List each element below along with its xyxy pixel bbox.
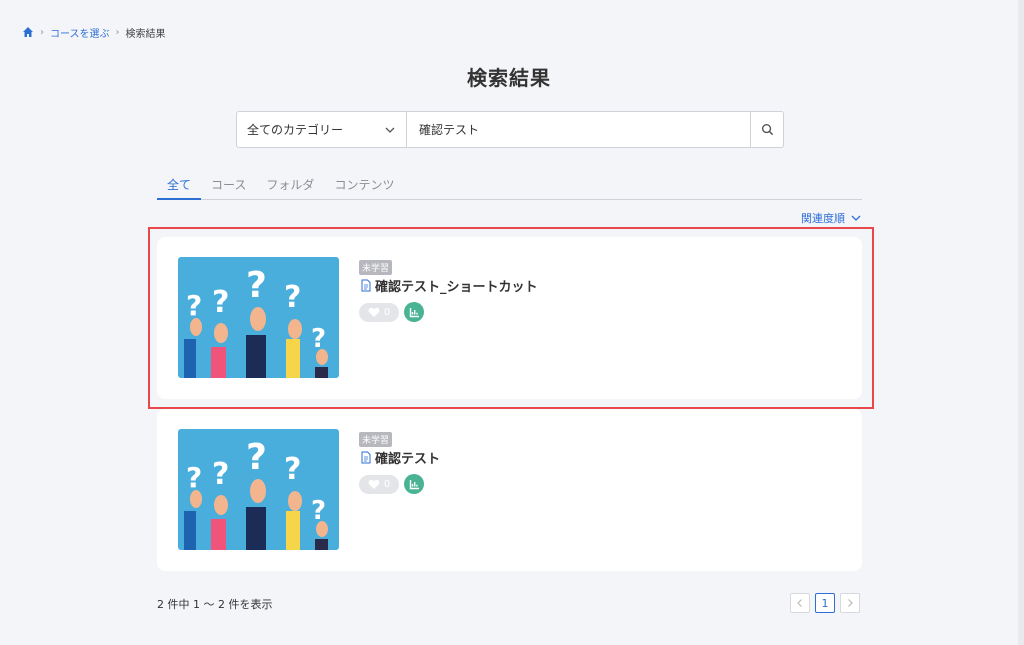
chevron-down-icon — [385, 127, 395, 133]
breadcrumb: › コースを選ぶ › 検索結果 — [22, 25, 166, 40]
tab-all[interactable]: 全て — [157, 172, 202, 200]
result-title[interactable]: 確認テスト — [375, 448, 440, 467]
search-button[interactable] — [750, 112, 783, 147]
search-bar: 全てのカテゴリー — [236, 111, 784, 148]
result-actions: 0 — [359, 474, 424, 494]
result-tabs: 全て コース フォルダ コンテンツ — [157, 172, 862, 200]
chart-icon — [409, 307, 419, 317]
category-select[interactable]: 全てのカテゴリー — [237, 112, 407, 147]
next-page-button[interactable] — [840, 593, 860, 613]
result-actions: 0 — [359, 302, 424, 322]
chevron-right-icon: › — [115, 26, 120, 38]
chevron-left-icon — [797, 599, 802, 607]
sort-select[interactable]: 関連度順 — [801, 210, 862, 226]
search-input[interactable] — [407, 112, 750, 147]
course-thumbnail[interactable] — [178, 257, 339, 378]
result-card[interactable]: 未学習 確認テスト 0 — [157, 409, 862, 571]
status-badge: 未学習 — [359, 432, 393, 447]
prev-page-button[interactable] — [790, 593, 810, 613]
result-title-row[interactable]: 確認テスト_ショートカット — [360, 276, 538, 295]
like-button[interactable]: 0 — [359, 474, 399, 494]
document-icon — [361, 279, 371, 292]
page-button-current[interactable]: 1 — [815, 593, 835, 613]
heart-icon — [368, 479, 380, 489]
breadcrumb-current: 検索結果 — [125, 28, 166, 40]
stats-button[interactable] — [404, 474, 424, 494]
home-icon[interactable] — [22, 26, 34, 38]
page-title: 検索結果 — [467, 66, 551, 90]
tab-course[interactable]: コース — [201, 172, 256, 200]
tab-contents[interactable]: コンテンツ — [324, 172, 404, 200]
like-count: 0 — [383, 306, 391, 318]
chevron-down-icon — [851, 215, 861, 221]
page-right-edge — [1018, 0, 1024, 645]
chevron-right-icon — [848, 599, 853, 607]
chart-icon — [409, 479, 419, 489]
tab-folder[interactable]: フォルダ — [256, 172, 324, 200]
chevron-right-icon: › — [40, 26, 44, 38]
search-icon — [761, 123, 773, 136]
status-badge: 未学習 — [359, 260, 393, 275]
result-count: 2 件中 1 ～ 2 件を表示 — [157, 598, 273, 611]
sort-label: 関連度順 — [801, 212, 845, 225]
result-title-row[interactable]: 確認テスト — [360, 448, 440, 467]
like-count: 0 — [383, 478, 391, 490]
breadcrumb-course-select-link[interactable]: コースを選ぶ — [50, 25, 110, 40]
document-icon — [361, 451, 371, 464]
category-select-value: 全てのカテゴリー — [247, 123, 344, 137]
course-thumbnail[interactable] — [178, 429, 339, 550]
pagination: 1 — [790, 593, 865, 613]
result-card[interactable]: 未学習 確認テスト_ショートカット 0 — [157, 237, 862, 399]
result-title[interactable]: 確認テスト_ショートカット — [375, 276, 538, 295]
heart-icon — [368, 307, 380, 317]
stats-button[interactable] — [404, 302, 424, 322]
like-button[interactable]: 0 — [359, 302, 399, 322]
